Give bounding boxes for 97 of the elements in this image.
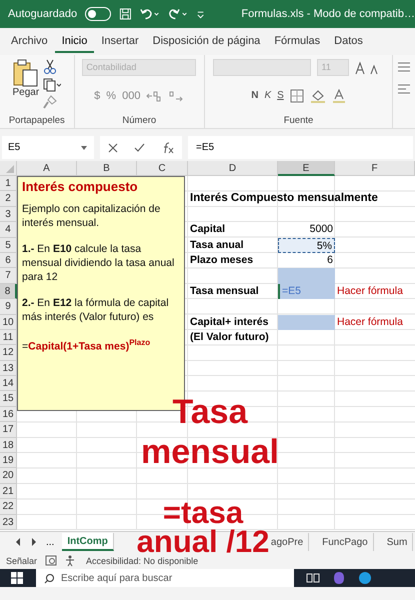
row-header[interactable]: 8: [0, 284, 17, 300]
comment-title: Interés compuesto: [22, 179, 139, 194]
column-header[interactable]: C: [137, 161, 188, 176]
comment-text: 1.- En E10 calcule la tasa mensual dividiendo la tasa anual para 12: [22, 242, 176, 284]
previous-sheet-icon[interactable]: [14, 537, 22, 547]
row-header[interactable]: 11: [0, 330, 17, 346]
cell-label: Tasa anual: [189, 238, 244, 253]
row-header[interactable]: 14: [0, 376, 17, 392]
row-header[interactable]: 12: [0, 345, 17, 361]
windows-icon[interactable]: [10, 571, 24, 585]
ribbon-tab[interactable]: Datos: [327, 30, 370, 52]
more-sheets-button[interactable]: ...: [46, 536, 54, 548]
row-header[interactable]: 20: [0, 468, 17, 484]
column-header[interactable]: D: [188, 161, 278, 176]
accessibility-status: Accesibilidad: No disponible: [86, 556, 198, 566]
sheet-tab[interactable]: FuncPago: [317, 533, 374, 551]
borders-icon[interactable]: [290, 88, 304, 102]
cell-label: Plazo meses: [189, 252, 254, 268]
row-header[interactable]: 9: [0, 299, 17, 315]
overlay-caption: Tasa mensual: [140, 392, 280, 472]
row-header[interactable]: 2: [0, 191, 17, 207]
ribbon-tab[interactable]: Inicio: [54, 30, 94, 52]
fill-color-icon[interactable]: [310, 88, 326, 102]
paste-button[interactable]: Pegar: [12, 59, 40, 109]
row-header[interactable]: 17: [0, 422, 17, 438]
row-header[interactable]: 15: [0, 391, 17, 407]
clipboard-icon: [12, 59, 39, 87]
cell-label: Capital: [189, 222, 226, 238]
highlighted-cell: [278, 314, 335, 330]
font-color-icon[interactable]: [332, 88, 346, 102]
taskbar-search-field[interactable]: Escribe aquí para buscar: [36, 569, 294, 587]
copied-cell: 5%: [278, 238, 335, 253]
row-header[interactable]: 16: [0, 406, 17, 422]
cell-value: 5000: [308, 222, 334, 238]
redo-icon[interactable]: [168, 7, 188, 21]
status-mode: Señalar: [6, 556, 38, 566]
comment-formula: =Capital(1+Tasa mes)$^{Plazo}$: [22, 337, 152, 354]
column-header[interactable]: E: [278, 161, 335, 176]
ribbon-tab[interactable]: Disposición de página: [146, 30, 268, 52]
autosave-label: Autoguardado: [8, 8, 78, 20]
column-header[interactable]: B: [77, 161, 137, 176]
macro-record-icon[interactable]: [45, 555, 58, 566]
app-icon[interactable]: [332, 571, 346, 585]
row-header[interactable]: 3: [0, 206, 17, 222]
cell-label: Tasa mensual: [189, 284, 260, 299]
group-label: Número: [122, 115, 156, 126]
row-header[interactable]: 22: [0, 499, 17, 515]
cell-label: Capital+ interés: [189, 314, 270, 330]
cancel-icon[interactable]: [108, 142, 118, 152]
task-view-icon[interactable]: [306, 572, 320, 584]
comment-text: Ejemplo con capitalización de interés mensual.: [22, 202, 162, 230]
row-header[interactable]: 21: [0, 484, 17, 500]
check-icon[interactable]: [134, 142, 146, 152]
row-header[interactable]: 19: [0, 453, 17, 468]
cell-label: (El Valor futuro): [189, 330, 270, 345]
decrease-decimal-icon[interactable]: [168, 90, 184, 102]
undo-icon[interactable]: [140, 7, 160, 21]
font-style-button[interactable]: N: [251, 90, 258, 101]
row-header[interactable]: 6: [0, 252, 17, 268]
scissors-icon[interactable]: [43, 59, 58, 75]
ribbon-tab[interactable]: Insertar: [94, 30, 146, 52]
ribbon-tab[interactable]: Archivo: [4, 30, 55, 52]
row-header[interactable]: 5: [0, 238, 17, 253]
window-title: Formulas.xls - Modo de compatib…: [241, 8, 415, 20]
cell-note: Hacer fórmula: [336, 284, 404, 299]
column-header[interactable]: A: [17, 161, 77, 176]
save-icon[interactable]: [118, 7, 132, 21]
cell-value: 6: [326, 252, 334, 268]
column-header[interactable]: F: [335, 161, 415, 176]
increase-decimal-icon[interactable]: [146, 90, 162, 102]
autosave-toggle[interactable]: [85, 7, 111, 21]
copy-icon[interactable]: [43, 78, 62, 92]
cell-note: Hacer fórmula: [336, 314, 404, 330]
row-header[interactable]: 4: [0, 222, 17, 238]
search-icon: [44, 572, 55, 584]
function-icon[interactable]: [162, 142, 174, 154]
highlighted-cell: [278, 268, 335, 284]
row-header[interactable]: 18: [0, 438, 17, 454]
ribbon-tab[interactable]: Fórmulas: [267, 30, 328, 52]
sheet-tab[interactable]: IntComp: [62, 533, 114, 551]
next-sheet-icon[interactable]: [30, 537, 38, 547]
row-header[interactable]: 7: [0, 268, 17, 284]
browser-icon[interactable]: [358, 571, 372, 585]
group-label: Portapapeles: [8, 115, 65, 126]
row-header[interactable]: 10: [0, 314, 17, 330]
font-style-button[interactable]: K: [264, 90, 272, 101]
row-header[interactable]: 1: [0, 176, 17, 192]
sheet-heading: Interés Compuesto mensualmente: [189, 191, 379, 206]
name-box[interactable]: E5: [2, 136, 94, 159]
row-header[interactable]: 13: [0, 360, 17, 376]
formula-field[interactable]: =E5: [188, 136, 413, 159]
comment-text: 2.- En E12 la fórmula de capital más interés (Valor futuro) es: [22, 296, 170, 324]
sheet-tab[interactable]: Sum: [382, 533, 414, 551]
group-label: Fuente: [284, 115, 314, 126]
dropdown-icon[interactable]: [80, 144, 88, 150]
font-style-button[interactable]: S: [277, 90, 284, 101]
row-header[interactable]: 23: [0, 514, 17, 530]
